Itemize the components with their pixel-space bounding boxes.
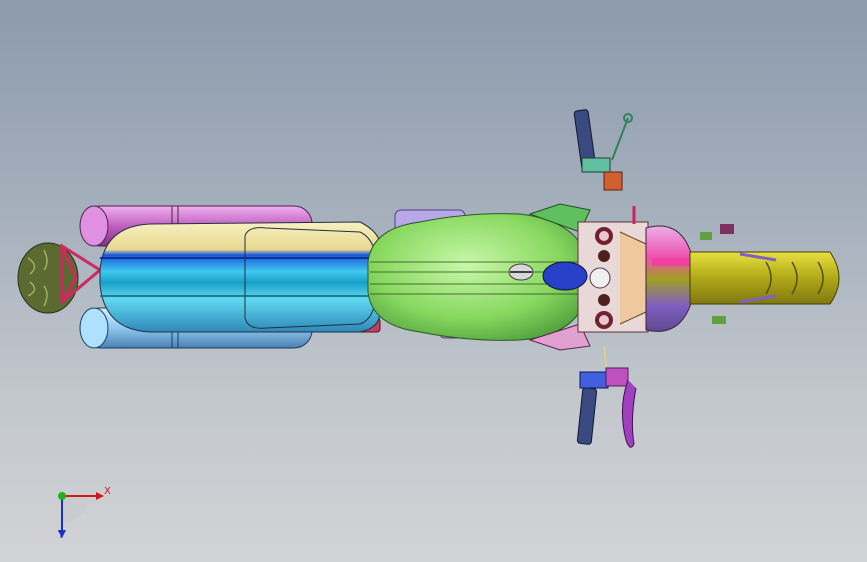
headlight[interactable] [645,225,697,332]
rear-fender[interactable] [99,221,381,333]
rear-tire[interactable] [17,242,79,314]
axis-x-label: X [104,486,111,497]
front-tire[interactable] [689,251,840,305]
3d-viewport[interactable]: X Y [0,0,867,562]
axis-y-label: Y [58,530,65,541]
handlebar-right[interactable] [576,345,637,448]
handlebar-left[interactable] [573,109,636,224]
motorcycle-model[interactable] [0,0,867,562]
fuel-cap[interactable] [508,263,534,281]
